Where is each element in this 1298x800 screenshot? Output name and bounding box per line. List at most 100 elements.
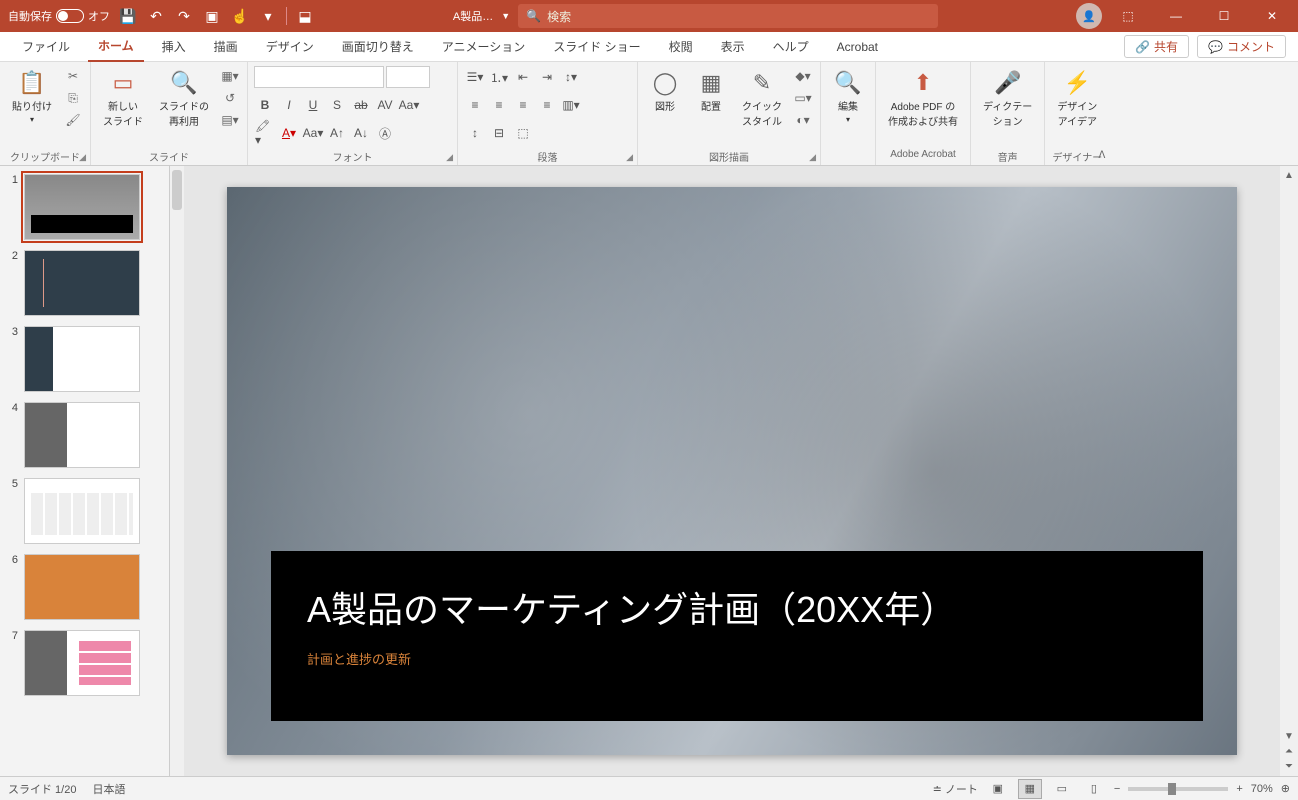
slide-title[interactable]: A製品のマーケティング計画（20XX年） <box>307 581 1167 633</box>
arrange-button[interactable]: ▦配置 <box>690 66 732 117</box>
edit-button[interactable]: 🔍編集▾ <box>827 66 869 128</box>
minimize-icon[interactable]: — <box>1154 0 1198 32</box>
save-icon[interactable]: 💾 <box>118 6 138 26</box>
numbering-button[interactable]: ⒈▾ <box>488 66 510 88</box>
slide-thumbnail-2[interactable] <box>24 250 140 316</box>
view-reading-icon[interactable]: ▭ <box>1050 779 1074 799</box>
scroll-up-icon[interactable]: ▲ <box>1284 170 1294 181</box>
adobe-pdf-button[interactable]: ⬆Adobe PDF の 作成および共有 <box>882 66 964 132</box>
align-text-button[interactable]: ⊟ <box>488 122 510 144</box>
touch-icon[interactable]: ☝ <box>230 6 250 26</box>
tab-design[interactable]: デザイン <box>256 32 324 62</box>
reset-icon[interactable]: ↺ <box>219 88 241 108</box>
highlight-button[interactable]: 🖍▾ <box>254 122 276 144</box>
slide-thumbnail-4[interactable] <box>24 402 140 468</box>
close-icon[interactable]: ✕ <box>1250 0 1294 32</box>
view-sorter-icon[interactable]: ▦ <box>1018 779 1042 799</box>
zoom-in-button[interactable]: + <box>1236 783 1242 795</box>
design-ideas-button[interactable]: ⚡デザイン アイデア <box>1051 66 1103 132</box>
bullets-button[interactable]: ☰▾ <box>464 66 486 88</box>
view-slideshow-icon[interactable]: ▯ <box>1082 779 1106 799</box>
autosave-toggle[interactable]: 自動保存 オフ <box>8 8 110 24</box>
slide-thumbnail-1[interactable] <box>24 174 140 240</box>
dictate-button[interactable]: 🎤ディクテー ション <box>977 66 1038 132</box>
shrink-font-button[interactable]: A↓ <box>350 122 372 144</box>
reuse-slide-button[interactable]: 🔍 スライドの 再利用 <box>153 66 215 132</box>
slide-canvas[interactable]: A製品のマーケティング計画（20XX年） 計画と進捗の更新 <box>184 166 1280 776</box>
clear-button[interactable]: Ⓐ <box>374 122 396 144</box>
slide-counter[interactable]: スライド 1/20 <box>8 781 76 797</box>
italic-button[interactable]: I <box>278 94 300 116</box>
view-normal-icon[interactable]: ▣ <box>986 779 1010 799</box>
tab-view[interactable]: 表示 <box>711 32 755 62</box>
zoom-slider[interactable] <box>1128 787 1228 791</box>
shape-outline-icon[interactable]: ▭▾ <box>792 88 814 108</box>
cut-icon[interactable]: ✂ <box>62 66 84 86</box>
clear-format-button[interactable]: Aa▾ <box>302 122 324 144</box>
dialog-launcher-icon[interactable]: ◢ <box>79 152 86 163</box>
tab-help[interactable]: ヘルプ <box>763 32 819 62</box>
shape-fill-icon[interactable]: ◆▾ <box>792 66 814 86</box>
case-button[interactable]: Aa▾ <box>398 94 420 116</box>
indent-dec-button[interactable]: ⇤ <box>512 66 534 88</box>
spacing-button[interactable]: AV <box>374 94 396 116</box>
columns-button[interactable]: ▥▾ <box>560 94 582 116</box>
notes-button[interactable]: ≐ ノート <box>933 781 978 797</box>
user-avatar[interactable]: 👤 <box>1076 3 1102 29</box>
thumbnail-scrollbar[interactable] <box>170 166 184 776</box>
justify-button[interactable]: ≡ <box>536 94 558 116</box>
next-slide-icon[interactable]: ⏷ <box>1285 761 1293 772</box>
strike-button[interactable]: ab <box>350 94 372 116</box>
shadow-button[interactable]: S <box>326 94 348 116</box>
object-icon[interactable]: ⬓ <box>295 6 315 26</box>
align-left-button[interactable]: ≡ <box>464 94 486 116</box>
tab-slideshow[interactable]: スライド ショー <box>543 32 650 62</box>
scroll-down-icon[interactable]: ▼ <box>1284 731 1294 742</box>
title-overlay[interactable]: A製品のマーケティング計画（20XX年） 計画と進捗の更新 <box>271 551 1203 721</box>
tab-transition[interactable]: 画面切り替え <box>332 32 424 62</box>
tab-file[interactable]: ファイル <box>12 32 80 62</box>
qat-more-icon[interactable]: ▾ <box>258 6 278 26</box>
quick-style-button[interactable]: ✎クイック スタイル <box>736 66 788 132</box>
text-direction-button[interactable]: ↕ <box>464 122 486 144</box>
dialog-launcher-icon[interactable]: ◢ <box>446 152 453 163</box>
present-icon[interactable]: ▣ <box>202 6 222 26</box>
underline-button[interactable]: U <box>302 94 324 116</box>
tab-review[interactable]: 校閲 <box>659 32 703 62</box>
comment-button[interactable]: 💬コメント <box>1197 35 1286 58</box>
tab-home[interactable]: ホーム <box>88 32 144 62</box>
slide-thumbnail-7[interactable] <box>24 630 140 696</box>
copy-icon[interactable]: ⎘ <box>62 88 84 108</box>
section-icon[interactable]: ▤▾ <box>219 110 241 130</box>
bold-button[interactable]: B <box>254 94 276 116</box>
collapse-ribbon-icon[interactable]: ᐱ <box>1098 150 1105 161</box>
slide-thumbnail-5[interactable] <box>24 478 140 544</box>
tab-animation[interactable]: アニメーション <box>432 32 536 62</box>
shapes-button[interactable]: ◯図形 <box>644 66 686 117</box>
tab-draw[interactable]: 描画 <box>204 32 248 62</box>
filename-dropdown-icon[interactable]: ▼ <box>501 11 510 21</box>
tab-acrobat[interactable]: Acrobat <box>827 32 888 62</box>
paste-button[interactable]: 📋 貼り付け ▾ <box>6 66 58 128</box>
slide-subtitle[interactable]: 計画と進捗の更新 <box>307 649 1167 668</box>
shape-effects-icon[interactable]: ◐▾ <box>792 110 814 130</box>
fit-window-icon[interactable]: ⊕ <box>1281 782 1290 795</box>
maximize-icon[interactable]: ☐ <box>1202 0 1246 32</box>
align-center-button[interactable]: ≡ <box>488 94 510 116</box>
align-right-button[interactable]: ≡ <box>512 94 534 116</box>
font-name-input[interactable] <box>254 66 384 88</box>
search-input[interactable]: 🔍 検索 <box>518 4 938 28</box>
format-painter-icon[interactable]: 🖌 <box>62 110 84 130</box>
undo-icon[interactable]: ↶ <box>146 6 166 26</box>
slide-thumbnail-6[interactable] <box>24 554 140 620</box>
prev-slide-icon[interactable]: ⏶ <box>1285 746 1293 757</box>
language-status[interactable]: 日本語 <box>92 781 125 797</box>
zoom-out-button[interactable]: − <box>1114 783 1120 795</box>
indent-inc-button[interactable]: ⇥ <box>536 66 558 88</box>
tab-insert[interactable]: 挿入 <box>152 32 196 62</box>
redo-icon[interactable]: ↷ <box>174 6 194 26</box>
ribbon-display-icon[interactable]: ⬚ <box>1106 0 1150 32</box>
zoom-level[interactable]: 70% <box>1251 783 1273 795</box>
grow-font-button[interactable]: A↑ <box>326 122 348 144</box>
dialog-launcher-icon[interactable]: ◢ <box>626 152 633 163</box>
